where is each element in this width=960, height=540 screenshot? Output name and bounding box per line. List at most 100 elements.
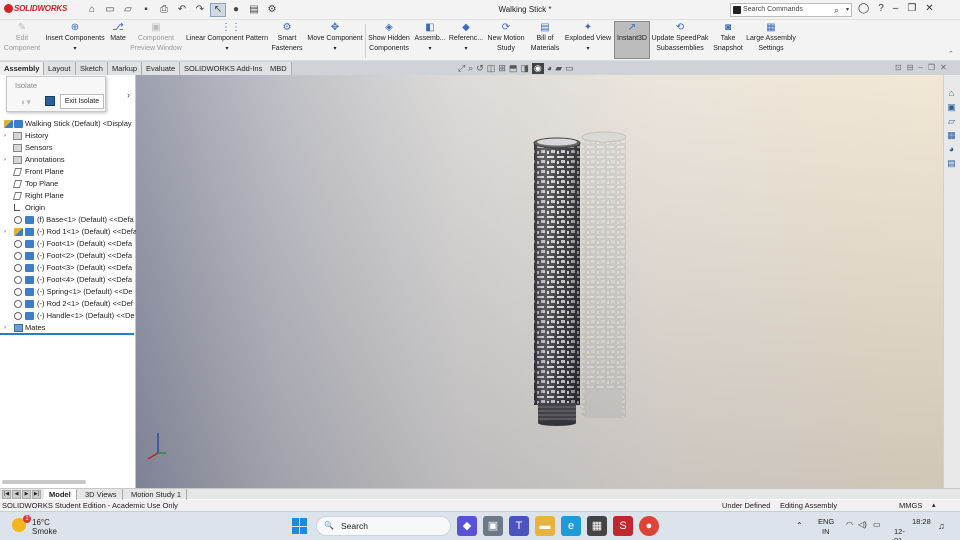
horizontal-scrollbar[interactable] xyxy=(2,480,86,484)
file-explorer-icon[interactable]: ▱ xyxy=(946,116,957,127)
large-assembly-settings-button[interactable]: ▦ Large Assembly Settings xyxy=(746,22,796,53)
close-icon[interactable]: ✕ xyxy=(925,3,933,14)
tab-mbd[interactable]: MBD xyxy=(266,62,292,75)
save-as-display-state-icon[interactable] xyxy=(45,96,55,106)
tree-item-walking-stick[interactable]: Walking Stick (Default) <Display xyxy=(0,118,136,130)
chevron-down-icon[interactable]: ▾ xyxy=(846,4,849,16)
tree-item-rod-2[interactable]: (-) Rod 2<1> (Default) <<Def xyxy=(0,298,136,310)
section-view-icon[interactable]: ◫ xyxy=(487,63,496,74)
insert-components-button[interactable]: ⊕ Insert Components ▾ xyxy=(44,22,106,54)
notification-bell-icon[interactable]: ♫ xyxy=(938,521,945,531)
rollback-bar[interactable] xyxy=(0,333,134,335)
appearances-icon[interactable]: ◕ xyxy=(946,144,957,155)
language-eng[interactable]: ENG xyxy=(818,517,834,526)
viewport-options-icon[interactable]: ⊡ xyxy=(895,63,902,72)
prev-tab-icon[interactable]: ◀ xyxy=(12,490,21,499)
exploded-view-button[interactable]: ✦ Exploded View ▾ xyxy=(563,22,613,54)
view-settings-icon[interactable]: ▭ xyxy=(565,63,574,74)
chrome-icon[interactable]: ● xyxy=(639,516,659,536)
unit-system[interactable]: MMGS xyxy=(899,500,922,511)
tab-assembly[interactable]: Assembly xyxy=(0,62,45,75)
minimize-icon[interactable]: – xyxy=(893,3,899,14)
graphics-area[interactable] xyxy=(136,75,943,488)
tree-item-foot-1[interactable]: (-) Foot<1> (Default) <<Defa xyxy=(0,238,136,250)
tree-item-right-plane[interactable]: Right Plane xyxy=(0,190,136,202)
battery-icon[interactable]: ▭ xyxy=(873,520,881,529)
taskbar-search[interactable]: Search xyxy=(316,516,451,536)
design-library-icon[interactable]: ▣ xyxy=(946,102,957,113)
reference-geometry-button[interactable]: ◆ Referenc... ▾ xyxy=(448,22,484,54)
tree-item-history[interactable]: › History xyxy=(0,130,136,142)
tree-item-sensors[interactable]: Sensors xyxy=(0,142,136,154)
task-view-icon[interactable]: ▣ xyxy=(483,516,503,536)
volume-icon[interactable]: ◁) xyxy=(858,520,867,529)
ribbon-collapse-icon[interactable]: ⌃ xyxy=(948,50,954,58)
exit-isolate-button[interactable]: Exit Isolate xyxy=(60,94,104,109)
edge-browser-icon[interactable]: e xyxy=(561,516,581,536)
tree-item-handle[interactable]: (-) Handle<1> (Default) <<De xyxy=(0,310,136,322)
chevron-right-icon[interactable]: › xyxy=(127,90,130,100)
wifi-icon[interactable]: ◠ xyxy=(846,520,853,529)
chevron-up-icon[interactable]: ▴ xyxy=(932,500,936,511)
tab-solidworks-add-ins[interactable]: SOLIDWORKS Add-Ins xyxy=(180,62,268,75)
viewport-restore-icon[interactable]: ❐ xyxy=(928,63,935,72)
viewport-close-icon[interactable]: ✕ xyxy=(940,63,947,72)
teams-icon[interactable]: T xyxy=(509,516,529,536)
zoom-to-fit-icon[interactable]: ⤢ xyxy=(458,63,465,74)
expand-arrow-icon[interactable]: › xyxy=(4,154,6,166)
tab-markup[interactable]: Markup xyxy=(108,62,143,75)
take-snapshot-button[interactable]: ◙ Take Snapshot xyxy=(710,22,746,53)
instant3d-button[interactable]: ↗ Instant3D xyxy=(614,21,650,59)
tree-item-rod-1[interactable]: › (-) Rod 1<1> (Default) <<Defa xyxy=(0,226,136,238)
tree-item-origin[interactable]: Origin xyxy=(0,202,136,214)
solidworks-taskbar-icon[interactable]: S xyxy=(613,516,633,536)
expand-arrow-icon[interactable]: › xyxy=(4,226,6,238)
search-icon[interactable]: ⌕ xyxy=(834,4,839,16)
assembly-features-button[interactable]: ◧ Assemb... ▾ xyxy=(413,22,447,54)
zoom-to-area-icon[interactable]: ⌕ xyxy=(468,63,473,74)
viewport-minimize-icon[interactable]: – xyxy=(918,63,922,72)
start-button[interactable] xyxy=(290,516,310,536)
edit-component-button[interactable]: ✎ Edit Component xyxy=(3,22,41,53)
tree-item-spring[interactable]: (-) Spring<1> (Default) <<De xyxy=(0,286,136,298)
move-component-button[interactable]: ✥ Move Component ▾ xyxy=(305,22,365,54)
microsoft-store-icon[interactable]: ▦ xyxy=(587,516,607,536)
update-speedpak-button[interactable]: ⟲ Update SpeedPak Subassemblies xyxy=(651,22,709,53)
hide-show-items-icon[interactable]: ◉ xyxy=(531,63,544,74)
new-motion-study-button[interactable]: ⟳ New Motion Study xyxy=(485,22,527,53)
tab-layout[interactable]: Layout xyxy=(44,62,76,75)
restore-icon[interactable]: ❐ xyxy=(907,3,916,14)
custom-properties-icon[interactable]: ▤ xyxy=(946,158,957,169)
mate-button[interactable]: ⎇ Mate xyxy=(107,22,129,44)
tree-item-front-plane[interactable]: Front Plane xyxy=(0,166,136,178)
user-account-icon[interactable]: ◯ xyxy=(858,3,869,14)
smart-fasteners-button[interactable]: ⚙ Smart Fasteners xyxy=(270,22,304,53)
clock-time[interactable]: 18:28 xyxy=(912,517,931,526)
expand-arrow-icon[interactable]: › xyxy=(4,130,6,142)
last-tab-icon[interactable]: ▶| xyxy=(32,490,41,499)
tab-model[interactable]: Model xyxy=(44,489,77,500)
search-commands-input[interactable]: Search Commands ⌕ ▾ xyxy=(730,3,852,17)
previous-view-icon[interactable]: ↺ xyxy=(476,63,484,74)
tree-item-top-plane[interactable]: Top Plane xyxy=(0,178,136,190)
help-icon[interactable]: ? xyxy=(878,3,884,14)
component-preview-window-button[interactable]: ▣ Component Preview Window xyxy=(130,22,182,53)
dynamic-annotation-icon[interactable]: ⊞ xyxy=(498,63,506,74)
first-tab-icon[interactable]: |◀ xyxy=(2,490,11,499)
copilot-icon[interactable]: ◆ xyxy=(457,516,477,536)
apply-scene-icon[interactable]: ▰ xyxy=(555,63,562,74)
linear-component-pattern-button[interactable]: ⋮⋮ Linear Component Pattern ▾ xyxy=(184,22,270,54)
solidworks-resources-icon[interactable]: ⌂ xyxy=(946,88,957,99)
tab-3d-views[interactable]: 3D Views xyxy=(80,489,123,500)
viewport-tile-icon[interactable]: ⊟ xyxy=(907,63,914,72)
clock-date[interactable]: 12-01-2024 xyxy=(894,527,911,540)
tab-motion-study-1[interactable]: Motion Study 1 xyxy=(126,489,188,500)
tab-evaluate[interactable]: Evaluate xyxy=(142,62,181,75)
visibility-icon[interactable]: ◐▾ xyxy=(21,97,31,108)
view-orientation-icon[interactable]: ⬒ xyxy=(509,63,518,74)
tree-item-annotations[interactable]: › Annotations xyxy=(0,154,136,166)
language-in[interactable]: IN xyxy=(822,527,830,536)
display-style-icon[interactable]: ◨ xyxy=(520,63,529,74)
tray-chevron-up-icon[interactable]: ⌃ xyxy=(796,521,803,530)
file-explorer-icon[interactable]: ▬ xyxy=(535,516,555,536)
